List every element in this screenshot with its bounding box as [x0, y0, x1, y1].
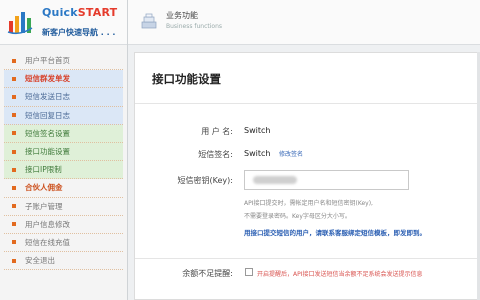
brand-header: QuickSTART 新客户快速导航 . . . [0, 0, 127, 45]
sidebar-item[interactable]: 短信群发单发 [4, 70, 123, 89]
signature-value: Switch [244, 149, 271, 158]
sidebar-item-label: 短信签名设置 [25, 128, 70, 138]
sidebar-item-label: 用户平台首页 [25, 56, 70, 66]
sidebar-item[interactable]: 安全退出 [4, 252, 123, 271]
divider [135, 258, 479, 259]
balance-alert-label: 余额不足提醒: [182, 269, 233, 278]
quickstart-logo-icon [7, 12, 33, 35]
sidebar-item-label: 合伙人佣金 [25, 183, 63, 193]
edit-signature-link[interactable]: 修改签名 [279, 151, 303, 158]
sidebar-item[interactable]: 合伙人佣金 [4, 179, 123, 198]
main-panel: 接口功能设置 用 户 名: Switch 短信签名: Switch 修改签名 短… [134, 52, 480, 300]
sidebar-item[interactable]: 短信在线充值 [4, 234, 123, 253]
bullet-icon [12, 76, 16, 81]
masked-key-value [253, 176, 297, 184]
sidebar-item-label: 接口功能设置 [25, 147, 70, 157]
sidebar-item-label: 接口IP限制 [25, 165, 62, 175]
sidebar-item-label: 短信在线充值 [25, 237, 70, 247]
sms-key-field[interactable] [244, 170, 409, 190]
key-label: 短信密钥(Key): [177, 176, 233, 185]
sidebar-item-label: 安全退出 [25, 256, 55, 266]
sidebar-item-label: 子账户管理 [25, 201, 63, 211]
signature-row: Switch 修改签名 [244, 149, 303, 158]
top-header: 业务功能 Business functions [128, 0, 480, 45]
sidebar-item[interactable]: 用户平台首页 [4, 52, 123, 71]
sidebar-item[interactable]: 短信发送日志 [4, 88, 123, 107]
template-notice: 用接口提交短信的用户，请联系客服绑定短信模板，即发即到。 [244, 229, 426, 237]
sidebar-item[interactable]: 短信签名设置 [4, 124, 123, 143]
sidebar-item[interactable]: 短信回复日志 [4, 106, 123, 125]
sidebar-item-label: 短信发送日志 [25, 92, 70, 102]
key-hint-line1: API接口提交时，需帐定用户名和短信密钥(Key), [244, 200, 373, 207]
section-title: 业务功能 [166, 11, 198, 20]
sidebar-nav: 用户平台首页 短信群发单发 短信发送日志 短信回复日志 短信签名设置 接口功能设置 接口IP… [4, 52, 123, 271]
sidebar-item[interactable]: 接口功能设置 [4, 142, 123, 162]
sidebar-item-label: 短信群发单发 [25, 74, 70, 84]
sidebar-item-label: 用户信息修改 [25, 219, 70, 229]
sidebar-item[interactable]: 用户信息修改 [4, 216, 123, 234]
bullet-icon [12, 94, 16, 99]
bullet-icon [12, 204, 16, 209]
sidebar: QuickSTART 新客户快速导航 . . . 用户平台首页 短信群发单发 短信发… [0, 0, 128, 300]
bullet-icon [12, 222, 16, 227]
sidebar-item[interactable]: 子账户管理 [4, 198, 123, 216]
brand-subtitle: 新客户快速导航 . . . [42, 28, 116, 37]
bullet-icon [12, 185, 16, 190]
cube-stack-icon [141, 13, 157, 29]
section-subtitle: Business functions [166, 23, 223, 30]
bullet-icon [12, 167, 16, 172]
bullet-icon [12, 240, 16, 245]
divider [135, 103, 479, 104]
balance-alert-checkbox[interactable] [245, 268, 253, 276]
signature-label: 短信签名: [198, 150, 233, 159]
bullet-icon [12, 149, 16, 154]
key-hint-line2: 不需要登录密码。Key字母区分大小写。 [244, 213, 351, 220]
balance-alert-note: 开启提醒后，API接口发送短信当余额不足系统会发送提示信息 [257, 271, 423, 278]
bullet-icon [12, 131, 16, 136]
bullet-icon [12, 58, 16, 63]
sidebar-item-label: 短信回复日志 [25, 110, 70, 120]
username-label: 用 户 名: [201, 127, 233, 136]
brand-title: QuickSTART [42, 6, 118, 19]
bullet-icon [12, 113, 16, 118]
sidebar-item[interactable]: 接口IP限制 [4, 161, 123, 180]
username-value: Switch [244, 126, 271, 135]
page-title: 接口功能设置 [152, 72, 221, 86]
bullet-icon [12, 258, 16, 263]
